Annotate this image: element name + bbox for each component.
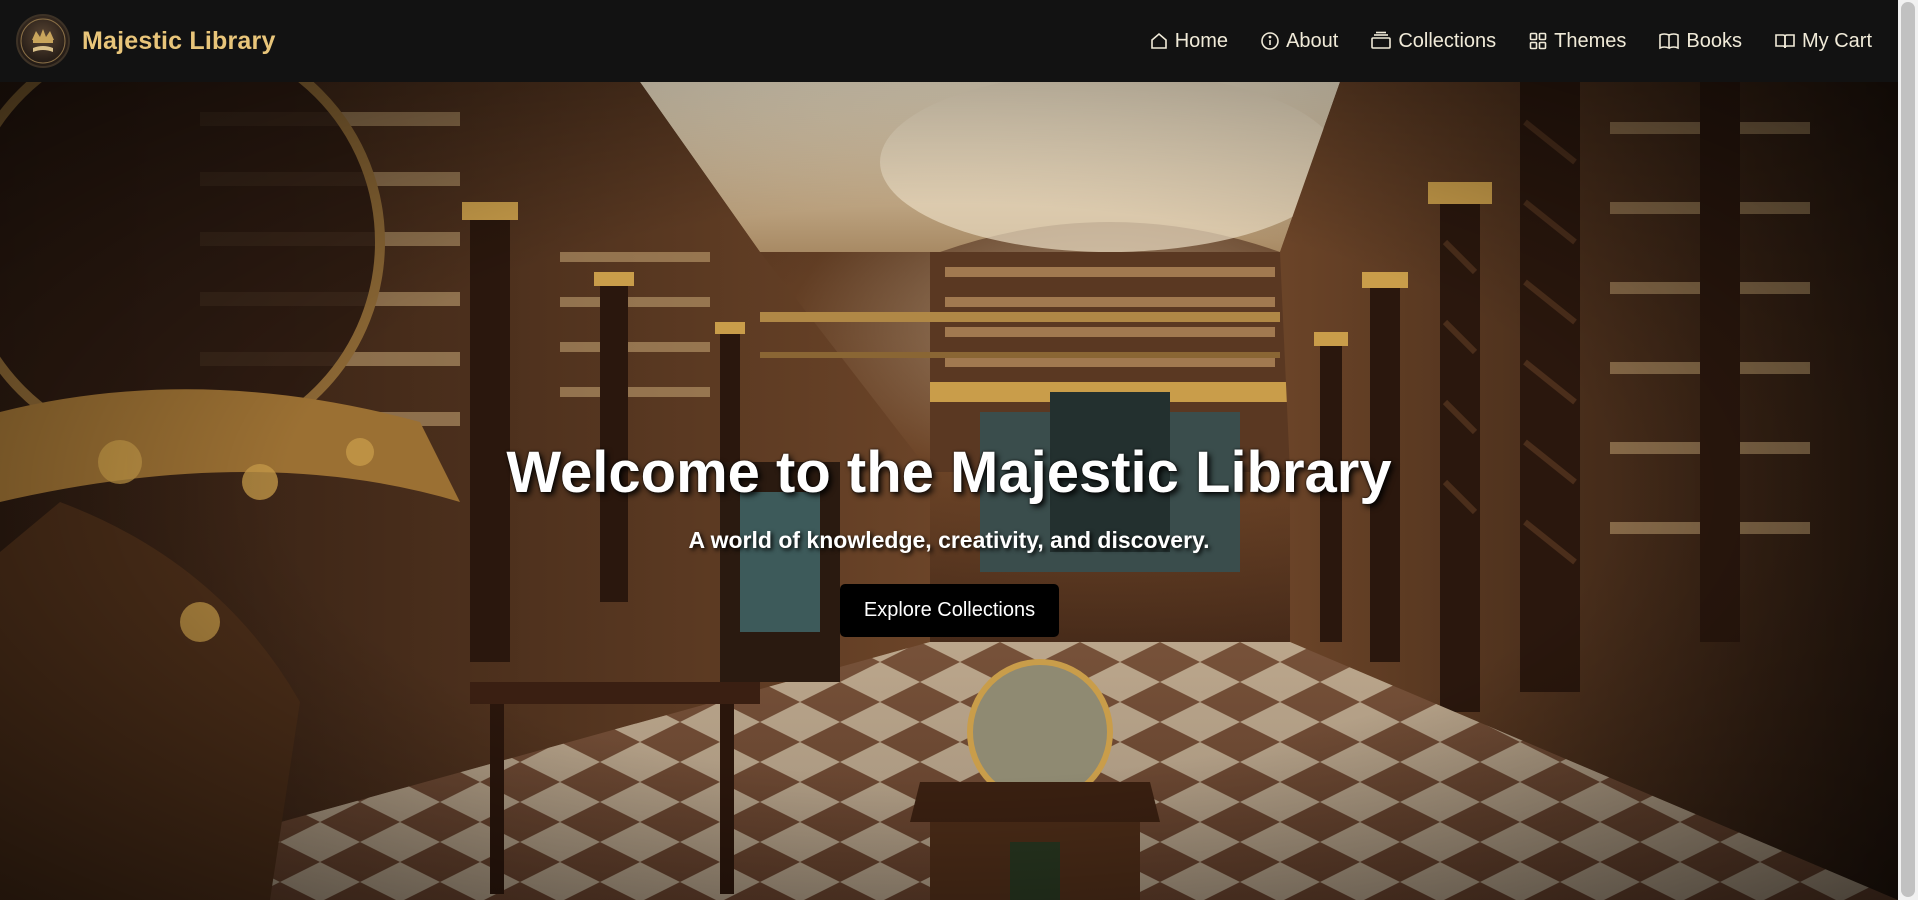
nav-home[interactable]: Home (1149, 30, 1228, 53)
nav-books[interactable]: Books (1658, 30, 1742, 53)
nav-my-cart[interactable]: My Cart (1774, 30, 1872, 53)
grid-icon (1528, 31, 1548, 51)
nav-about[interactable]: About (1260, 30, 1338, 53)
brand[interactable]: Majestic Library (16, 14, 276, 68)
main-nav: Home About Collections Themes Books My C… (1149, 30, 1882, 53)
nav-books-label: Books (1686, 29, 1742, 52)
brand-name[interactable]: Majestic Library (82, 27, 276, 56)
library-crest-icon[interactable] (16, 14, 70, 68)
book-open-icon (1774, 31, 1796, 51)
nav-themes-label: Themes (1554, 29, 1627, 52)
hero-subtitle: A world of knowledge, creativity, and di… (688, 527, 1210, 553)
nav-about-label: About (1286, 29, 1339, 52)
page-scrollbar[interactable] (1898, 0, 1918, 900)
info-icon (1260, 31, 1280, 51)
explore-collections-button[interactable]: Explore Collections (840, 584, 1059, 637)
hero-title: Welcome to the Majestic Library (506, 440, 1392, 505)
top-navbar: Majestic Library Home About Collections … (0, 0, 1898, 82)
nav-collections[interactable]: Collections (1370, 30, 1496, 53)
nav-my-cart-label: My Cart (1802, 29, 1872, 52)
nav-home-label: Home (1174, 29, 1229, 52)
home-icon (1149, 31, 1169, 51)
scrollbar-thumb[interactable] (1901, 2, 1915, 897)
archive-icon (1370, 31, 1392, 51)
nav-collections-label: Collections (1398, 29, 1497, 52)
nav-themes[interactable]: Themes (1528, 30, 1626, 53)
book-icon (1658, 31, 1680, 51)
hero-section: Welcome to the Majestic Library A world … (0, 82, 1898, 900)
